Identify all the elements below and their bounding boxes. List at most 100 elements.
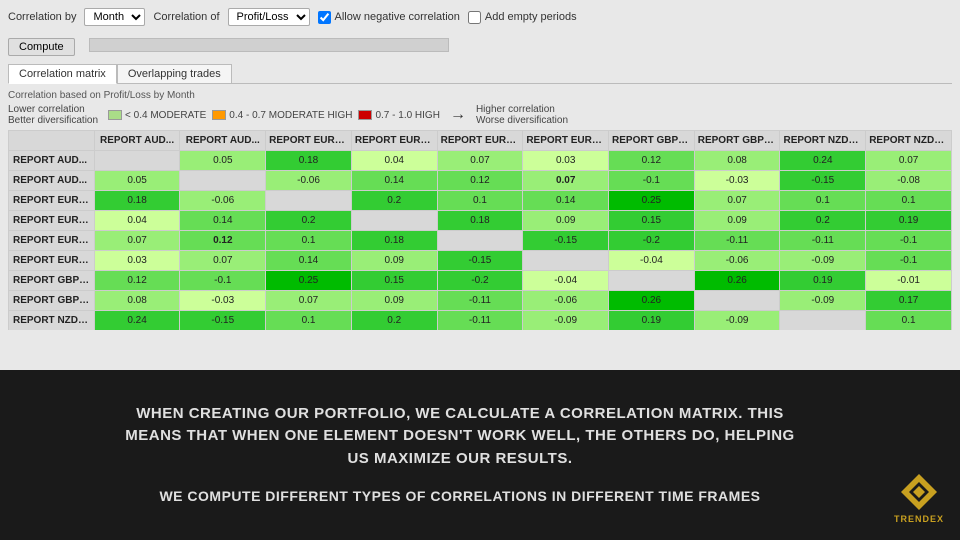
cell-6-6 <box>609 271 695 291</box>
cell-2-6: 0.25 <box>609 191 695 211</box>
cell-8-7: -0.09 <box>694 311 780 331</box>
cell-0-7: 0.08 <box>694 151 780 171</box>
cell-1-5: 0.07 <box>523 171 609 191</box>
cell-0-5: 0.03 <box>523 151 609 171</box>
cell-3-8: 0.2 <box>780 211 866 231</box>
cell-1-2: -0.06 <box>266 171 352 191</box>
correlation-by-label: Correlation by <box>8 11 76 23</box>
col-header-0 <box>9 131 95 151</box>
cell-7-9: 0.17 <box>866 291 952 311</box>
worse-label: Worse diversification <box>476 115 568 126</box>
moderate-text: < 0.4 MODERATE <box>125 110 206 121</box>
col-header-2: REPORT AUD... <box>180 131 266 151</box>
bottom-line4: WE COMPUTE DIFFERENT TYPES OF CORRELATIO… <box>125 486 794 507</box>
cell-8-9: 0.1 <box>866 311 952 331</box>
tab-overlapping-trades[interactable]: Overlapping trades <box>117 64 232 83</box>
legend-area: Lower correlation Better diversification… <box>8 104 952 126</box>
legend-moderate-box <box>108 110 122 120</box>
cell-3-7: 0.09 <box>694 211 780 231</box>
col-header-10: REPORT NZDC... <box>866 131 952 151</box>
cell-8-8 <box>780 311 866 331</box>
bottom-text: WHEN CREATING OUR PORTFOLIO, WE CALCULAT… <box>125 403 794 508</box>
matrix-container: REPORT AUD... REPORT AUD... REPORT EURC.… <box>8 130 952 330</box>
cell-7-6: 0.26 <box>609 291 695 311</box>
cell-1-0: 0.05 <box>94 171 180 191</box>
controls-row: Correlation by Month Correlation of Prof… <box>8 8 952 26</box>
cell-8-0: 0.24 <box>94 311 180 331</box>
cell-0-0 <box>94 151 180 171</box>
arrow-icon: → <box>450 106 466 124</box>
table-row: REPORT NZDC...0.24-0.150.10.2-0.11-0.090… <box>9 311 952 331</box>
cell-8-2: 0.1 <box>266 311 352 331</box>
table-row: REPORT EURU...0.030.070.140.09-0.15-0.04… <box>9 251 952 271</box>
cell-0-3: 0.04 <box>351 151 437 171</box>
allow-negative-checkbox[interactable] <box>318 11 331 24</box>
col-header-5: REPORT EURC... <box>437 131 523 151</box>
table-row: REPORT AUD...0.05-0.060.140.120.07-0.1-0… <box>9 171 952 191</box>
cell-6-5: -0.04 <box>523 271 609 291</box>
correlation-by-select[interactable]: Month <box>84 8 145 26</box>
bottom-line1: WHEN CREATING OUR PORTFOLIO, WE CALCULAT… <box>125 403 794 471</box>
cell-5-0: 0.03 <box>94 251 180 271</box>
cell-7-7 <box>694 291 780 311</box>
cell-4-0: 0.07 <box>94 231 180 251</box>
legend-high: 0.7 - 1.0 HIGH <box>358 110 439 121</box>
cell-0-2: 0.18 <box>266 151 352 171</box>
add-empty-checkbox[interactable] <box>468 11 481 24</box>
cell-3-9: 0.19 <box>866 211 952 231</box>
cell-4-4 <box>437 231 523 251</box>
cell-2-3: 0.2 <box>351 191 437 211</box>
logo: TRENDEX <box>894 472 944 524</box>
logo-text: TRENDEX <box>894 514 944 524</box>
cell-6-1: -0.1 <box>180 271 266 291</box>
tab-correlation-matrix[interactable]: Correlation matrix <box>8 64 117 84</box>
compute-button[interactable]: Compute <box>8 38 75 56</box>
cell-4-7: -0.11 <box>694 231 780 251</box>
col-header-8: REPORT GBPN... <box>694 131 780 151</box>
cell-1-3: 0.14 <box>351 171 437 191</box>
cell-1-9: -0.08 <box>866 171 952 191</box>
high-text: 0.7 - 1.0 HIGH <box>375 110 439 121</box>
cell-6-8: 0.19 <box>780 271 866 291</box>
cell-2-8: 0.1 <box>780 191 866 211</box>
cell-4-8: -0.11 <box>780 231 866 251</box>
table-header-row: REPORT AUD... REPORT AUD... REPORT EURC.… <box>9 131 952 151</box>
cell-4-2: 0.1 <box>266 231 352 251</box>
row-header-3: REPORT EURC... <box>9 211 95 231</box>
row-header-0: REPORT AUD... <box>9 151 95 171</box>
cell-7-1: -0.03 <box>180 291 266 311</box>
cell-1-7: -0.03 <box>694 171 780 191</box>
higher-label: Higher correlation <box>476 104 568 115</box>
legend-mod-high-box <box>212 110 226 120</box>
cell-2-1: -0.06 <box>180 191 266 211</box>
correlation-of-select[interactable]: Profit/Loss <box>228 8 310 26</box>
cell-1-6: -0.1 <box>609 171 695 191</box>
row-header-7: REPORT GBPN... <box>9 291 95 311</box>
cell-5-6: -0.04 <box>609 251 695 271</box>
table-row: REPORT EURC...0.18-0.060.20.10.140.250.0… <box>9 191 952 211</box>
col-header-4: REPORT EURC... <box>351 131 437 151</box>
cell-6-2: 0.25 <box>266 271 352 291</box>
cell-5-9: -0.1 <box>866 251 952 271</box>
row-header-6: REPORT GBPC... <box>9 271 95 291</box>
legend-high-box <box>358 110 372 120</box>
cell-3-2: 0.2 <box>266 211 352 231</box>
col-header-1: REPORT AUD... <box>94 131 180 151</box>
cell-7-4: -0.11 <box>437 291 523 311</box>
cell-2-7: 0.07 <box>694 191 780 211</box>
cell-7-2: 0.07 <box>266 291 352 311</box>
lower-label: Lower correlation <box>8 104 98 115</box>
cell-1-8: -0.15 <box>780 171 866 191</box>
cell-7-0: 0.08 <box>94 291 180 311</box>
matrix-table: REPORT AUD... REPORT AUD... REPORT EURC.… <box>8 130 952 330</box>
cell-2-9: 0.1 <box>866 191 952 211</box>
cell-3-6: 0.15 <box>609 211 695 231</box>
cell-6-7: 0.26 <box>694 271 780 291</box>
cell-2-2 <box>266 191 352 211</box>
cell-6-9: -0.01 <box>866 271 952 291</box>
cell-8-1: -0.15 <box>180 311 266 331</box>
table-row: REPORT GBPN...0.08-0.030.070.09-0.11-0.0… <box>9 291 952 311</box>
better-label: Better diversification <box>8 115 98 126</box>
mod-high-text: 0.4 - 0.7 MODERATE HIGH <box>229 110 352 121</box>
cell-4-9: -0.1 <box>866 231 952 251</box>
